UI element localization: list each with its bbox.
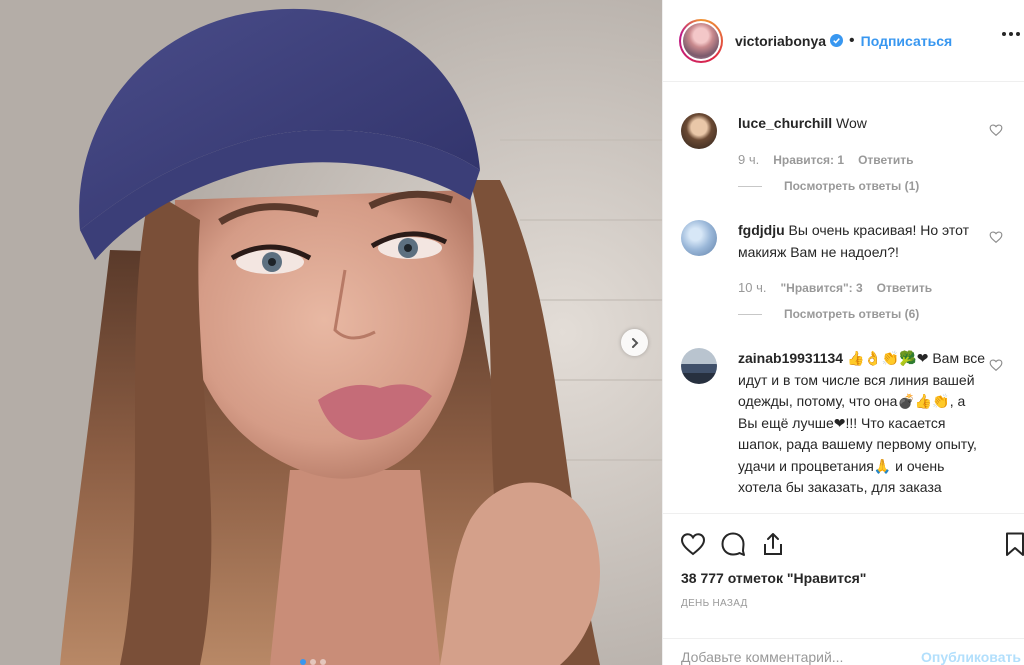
verified-badge-icon <box>830 34 844 47</box>
publish-comment-button[interactable]: Опубликовать <box>921 649 1021 665</box>
more-dot <box>1016 32 1020 36</box>
avatar[interactable] <box>679 18 723 63</box>
avatar-border <box>681 20 721 61</box>
reply-button[interactable]: Ответить <box>877 281 932 295</box>
comment-text: Wow <box>836 115 867 131</box>
comment-time: 9 ч. <box>738 152 760 167</box>
author-username[interactable]: victoriabonya <box>735 33 826 49</box>
chevron-right-icon <box>631 337 638 348</box>
commenter-avatar[interactable] <box>681 113 717 149</box>
more-dots-icon[interactable] <box>1002 32 1020 36</box>
carousel-dot-active <box>300 659 306 665</box>
replies-line <box>738 313 762 315</box>
avatar-image <box>683 22 719 59</box>
commenter-avatar[interactable] <box>681 348 717 384</box>
comment-text-block: zainab19931134 👍👌👏🥦❤ Вам все идут и в то… <box>738 348 988 499</box>
follow-button[interactable]: Подписаться <box>861 33 953 49</box>
likes-count[interactable]: 38 777 отметок "Нравится" <box>681 570 866 586</box>
view-replies-button[interactable]: Посмотреть ответы (1) <box>738 179 919 193</box>
scroll-fade <box>663 83 1024 93</box>
replies-line <box>738 185 762 187</box>
comment-like-heart-icon[interactable] <box>989 123 1003 137</box>
post-actions: 38 777 отметок "Нравится" ДЕНЬ НАЗАД Опу… <box>663 513 1024 665</box>
comment-time: 10 ч. <box>738 280 767 295</box>
comment-text-block: luce_churchill Wow <box>738 113 988 135</box>
comment-username[interactable]: luce_churchill <box>738 115 832 131</box>
post-header: victoriabonya • Подписаться <box>663 0 1024 82</box>
view-replies-label: Посмотреть ответы (6) <box>784 307 920 321</box>
share-icon[interactable] <box>759 530 787 558</box>
heart-icon[interactable] <box>679 530 707 558</box>
comment-username[interactable]: zainab19931134 <box>738 350 843 366</box>
instagram-post: victoriabonya • Подписаться luce_churchi… <box>0 0 1024 665</box>
add-comment-input[interactable] <box>681 649 911 665</box>
carousel-dot <box>310 659 316 665</box>
comment-username[interactable]: fgdjdju <box>738 222 785 238</box>
post-date: ДЕНЬ НАЗАД <box>681 598 748 609</box>
carousel-indicator <box>300 659 326 665</box>
separator-dot: • <box>849 31 855 49</box>
comment-likes-count[interactable]: Нравится: 1 <box>773 153 844 167</box>
comment-text: 👍👌👏🥦❤ Вам все идут и в том числе вся лин… <box>738 350 986 495</box>
portrait-photo <box>0 0 662 665</box>
more-dot <box>1002 32 1006 36</box>
comment-composer: Опубликовать <box>663 638 1024 665</box>
comment-likes-count[interactable]: "Нравится": 3 <box>780 281 862 295</box>
comments-list[interactable]: luce_churchill Wow 9 ч. Нравится: 1 Отве… <box>663 83 1024 513</box>
carousel-dot <box>320 659 326 665</box>
comment-meta: 10 ч. "Нравится": 3 Ответить <box>738 280 932 295</box>
post-photo[interactable] <box>0 0 662 665</box>
commenter-avatar[interactable] <box>681 220 717 256</box>
comment-meta: 9 ч. Нравится: 1 Ответить <box>738 152 914 167</box>
comment-like-heart-icon[interactable] <box>989 230 1003 244</box>
carousel-next-button[interactable] <box>621 329 648 356</box>
more-dot <box>1009 32 1013 36</box>
comment-text-block: fgdjdju Вы очень красивая! Но этот макия… <box>738 220 988 263</box>
bookmark-icon[interactable] <box>1001 530 1024 558</box>
view-replies-label: Посмотреть ответы (1) <box>784 179 920 193</box>
reply-button[interactable]: Ответить <box>858 153 913 167</box>
comment-like-heart-icon[interactable] <box>989 358 1003 372</box>
view-replies-button[interactable]: Посмотреть ответы (6) <box>738 307 919 321</box>
post-side-panel: victoriabonya • Подписаться luce_churchi… <box>662 0 1024 665</box>
comment-bubble-icon[interactable] <box>719 530 747 558</box>
